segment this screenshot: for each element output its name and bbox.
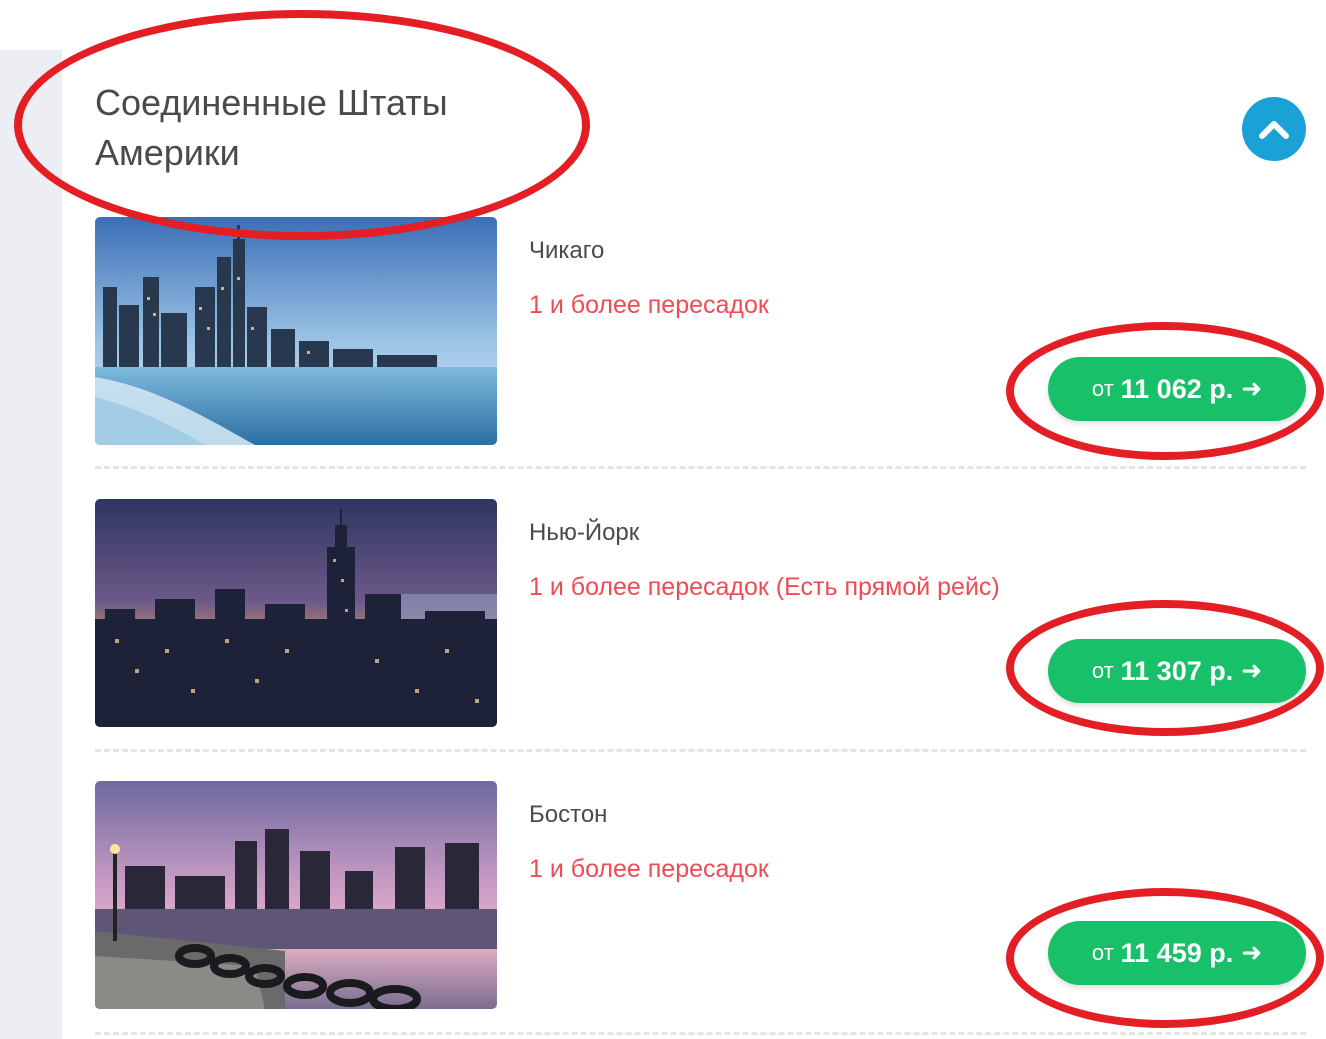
price-value: 11 062 р. xyxy=(1120,373,1234,404)
price-button-boston[interactable]: от 11 459 р. ➜ xyxy=(1048,921,1306,985)
city-image-boston[interactable] xyxy=(95,781,497,1009)
price-button-chicago[interactable]: от 11 062 р. ➜ xyxy=(1048,357,1306,421)
transfers-info: 1 и более пересадок (Есть прямой рейс) xyxy=(529,573,1000,601)
country-title: Соединенные Штаты Америки xyxy=(95,82,448,173)
city-card-new-york: Нью-Йорк 1 и более пересадок (Есть прямо… xyxy=(95,499,1306,729)
arrow-right-icon: ➜ xyxy=(1241,657,1263,685)
city-name[interactable]: Нью-Йорк xyxy=(529,519,639,547)
city-card-chicago: Чикаго 1 и более пересадок от 11 062 р. … xyxy=(95,217,1306,447)
arrow-right-icon: ➜ xyxy=(1241,375,1263,403)
divider xyxy=(95,466,1306,469)
price-value: 11 307 р. xyxy=(1120,655,1234,686)
price-value: 11 459 р. xyxy=(1120,937,1234,968)
page: Соединенные Штаты Америки Чикаго 1 и бол… xyxy=(0,0,1326,1039)
price-button-new-york[interactable]: от 11 307 р. ➜ xyxy=(1048,639,1306,703)
collapse-button[interactable] xyxy=(1242,97,1306,161)
city-image-chicago[interactable] xyxy=(95,217,497,445)
left-rail xyxy=(0,50,62,1039)
price-prefix: от xyxy=(1091,376,1114,401)
city-card-boston: Бостон 1 и более пересадок от 11 459 р. … xyxy=(95,781,1306,1011)
price-prefix: от xyxy=(1091,658,1114,683)
transfers-info: 1 и более пересадок xyxy=(529,291,769,319)
city-name[interactable]: Чикаго xyxy=(529,237,604,265)
divider xyxy=(95,1032,1306,1035)
divider xyxy=(95,749,1306,752)
price-prefix: от xyxy=(1091,940,1114,965)
city-name[interactable]: Бостон xyxy=(529,801,607,829)
city-image-new-york[interactable] xyxy=(95,499,497,727)
chevron-up-icon xyxy=(1259,121,1289,139)
transfers-info: 1 и более пересадок xyxy=(529,855,769,883)
arrow-right-icon: ➜ xyxy=(1241,939,1263,967)
